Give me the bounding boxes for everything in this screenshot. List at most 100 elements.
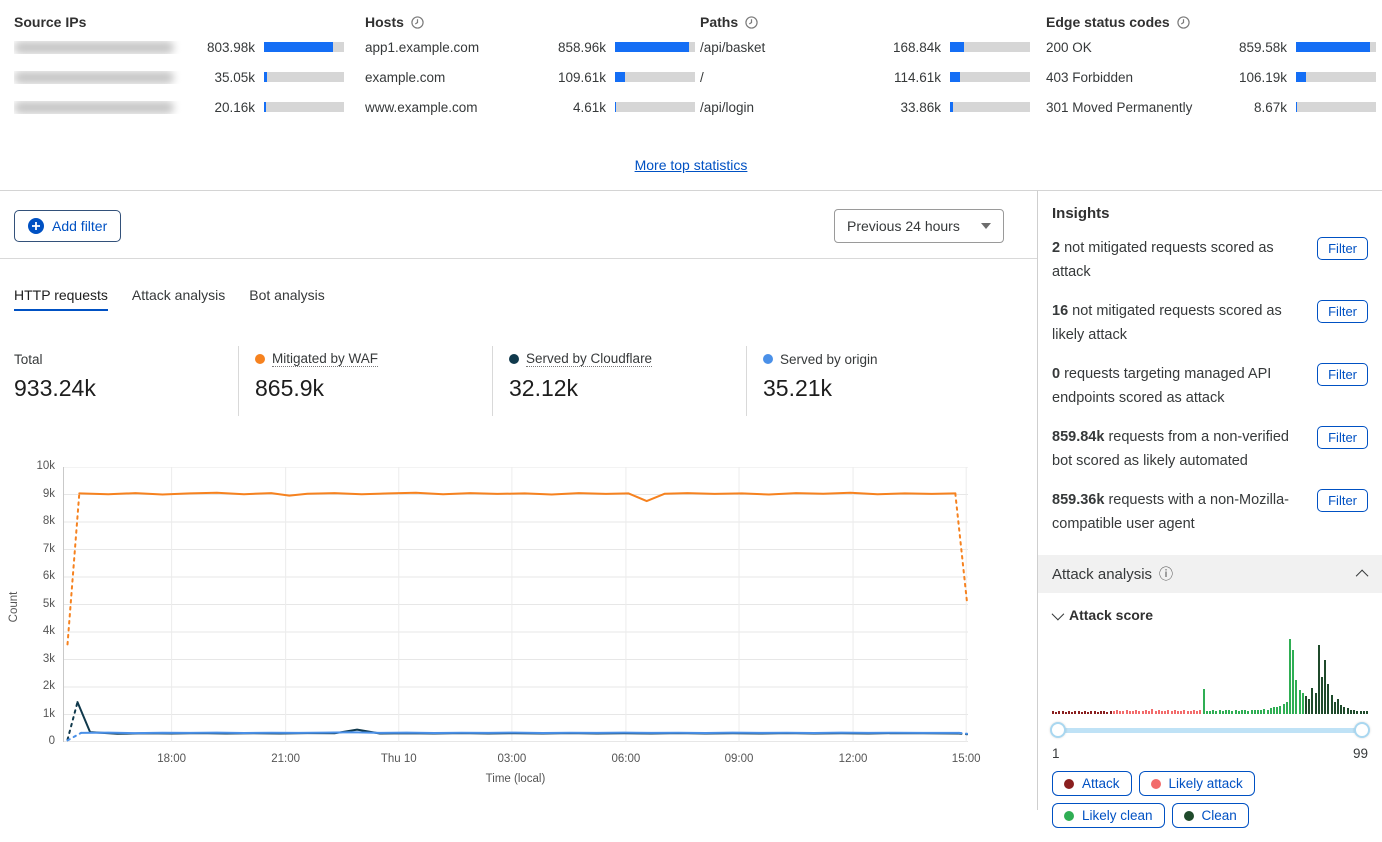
summary-stat-label: Total	[14, 350, 238, 368]
y-axis-tick: 3k	[5, 653, 55, 665]
top-stats-row[interactable]: /api/basket168.84k	[700, 32, 1030, 62]
plus-circle-icon	[28, 218, 44, 234]
add-filter-button[interactable]: Add filter	[14, 210, 121, 242]
more-top-statistics-link[interactable]: More top statistics	[635, 157, 748, 173]
attack-analysis-section-header[interactable]: Attack analysis ⓘ	[1038, 555, 1382, 593]
histogram-bar	[1068, 711, 1070, 714]
top-stats-row-value: 8.67k	[1221, 100, 1287, 115]
histogram-bar	[1113, 711, 1115, 714]
histogram-bar	[1302, 693, 1304, 714]
histogram-bar	[1190, 711, 1192, 714]
top-stats-row[interactable]: app1.example.com858.96k	[365, 32, 695, 62]
top-stats-row[interactable]: 20.16k	[14, 92, 344, 122]
insight-item: 859.84k requests from a non-verified bot…	[1052, 425, 1368, 473]
histogram-bar	[1071, 712, 1073, 714]
histogram-bar	[1295, 680, 1297, 714]
top-stats-row-value: 859.58k	[1221, 40, 1287, 55]
histogram-bar	[1138, 711, 1140, 714]
redacted-ip	[14, 71, 174, 84]
top-stats-column-title: Paths	[700, 12, 1030, 32]
histogram-bar	[1171, 711, 1173, 714]
top-stats-bar	[615, 102, 695, 112]
histogram-bar	[1212, 710, 1214, 714]
insights-title: Insights	[1052, 205, 1368, 222]
histogram-bar	[1119, 711, 1121, 714]
chart-plot-area[interactable]	[63, 467, 968, 742]
insight-filter-button[interactable]: Filter	[1317, 489, 1368, 512]
histogram-bar	[1254, 710, 1256, 715]
top-stats-column-title: Hosts	[365, 12, 695, 32]
insight-filter-button[interactable]: Filter	[1317, 237, 1368, 260]
insight-item: 0 requests targeting managed API endpoin…	[1052, 362, 1368, 410]
tab-bot-analysis[interactable]: Bot analysis	[249, 287, 324, 311]
top-stats-row[interactable]: 803.98k	[14, 32, 344, 62]
summary-stat-label[interactable]: Served by Cloudflare	[509, 350, 746, 368]
top-stats-row[interactable]: 403 Forbidden106.19k	[1046, 62, 1376, 92]
history-clock-icon	[745, 16, 758, 29]
summary-stat-value: 35.21k	[763, 375, 1000, 402]
legend-pill-clean[interactable]: Clean	[1172, 803, 1249, 828]
histogram-bar	[1129, 711, 1131, 714]
top-stats-row[interactable]: /api/login33.86k	[700, 92, 1030, 122]
insight-filter-button[interactable]: Filter	[1317, 363, 1368, 386]
histogram-bar	[1334, 702, 1336, 714]
legend-pill-likely-attack[interactable]: Likely attack	[1139, 771, 1255, 796]
tab-http-requests[interactable]: HTTP requests	[14, 287, 108, 311]
top-stats-row[interactable]: 200 OK859.58k	[1046, 32, 1376, 62]
top-stats-row[interactable]: /114.61k	[700, 62, 1030, 92]
top-stats-row[interactable]: example.com109.61k	[365, 62, 695, 92]
top-stats-row-name: /api/basket	[700, 40, 875, 55]
histogram-bar	[1311, 688, 1313, 714]
histogram-bar	[1094, 711, 1096, 714]
histogram-bar	[1142, 711, 1144, 714]
top-stats-row-name: /	[700, 70, 875, 85]
top-stats-row-name: example.com	[365, 70, 540, 85]
attack-score-toggle[interactable]: Attack score	[1052, 607, 1368, 623]
summary-stat-label[interactable]: Mitigated by WAF	[255, 350, 492, 368]
summary-stat: Served by Cloudflare32.12k	[492, 346, 746, 416]
legend-pill-likely-clean[interactable]: Likely clean	[1052, 803, 1165, 828]
histogram-bar	[1126, 710, 1128, 714]
chevron-down-icon	[1052, 607, 1065, 620]
slider-track[interactable]	[1054, 728, 1366, 733]
insight-filter-button[interactable]: Filter	[1317, 300, 1368, 323]
slider-handle-max[interactable]	[1354, 722, 1370, 738]
y-axis-tick: 7k	[5, 543, 55, 555]
insight-item: 2 not mitigated requests scored as attac…	[1052, 236, 1368, 284]
legend-pill-attack[interactable]: Attack	[1052, 771, 1132, 796]
slider-max-label: 99	[1353, 746, 1368, 761]
histogram-bar	[1315, 693, 1317, 714]
slider-handle-min[interactable]	[1050, 722, 1066, 738]
insight-filter-button[interactable]: Filter	[1317, 426, 1368, 449]
top-stats-row[interactable]: www.example.com4.61k	[365, 92, 695, 122]
time-range-select[interactable]: Previous 24 hours	[834, 209, 1004, 243]
chevron-up-icon	[1356, 569, 1369, 582]
histogram-bar	[1055, 712, 1057, 714]
attack-score-range-slider	[1052, 722, 1368, 738]
tab-attack-analysis[interactable]: Attack analysis	[132, 287, 225, 311]
insight-text: 859.36k requests with a non-Mozilla-comp…	[1052, 488, 1317, 536]
top-stats-row-value: 106.19k	[1221, 70, 1287, 85]
top-stats-row-value: 109.61k	[540, 70, 606, 85]
redacted-ip	[14, 41, 174, 54]
top-stats-row-name: app1.example.com	[365, 40, 540, 55]
x-axis-tick: 15:00	[936, 753, 996, 765]
histogram-bar	[1187, 711, 1189, 714]
top-stats-bar	[1296, 102, 1376, 112]
histogram-bar	[1260, 710, 1262, 715]
attack-score-histogram[interactable]	[1052, 639, 1368, 714]
histogram-bar	[1363, 711, 1365, 714]
histogram-bar	[1151, 709, 1153, 714]
insight-text: 0 requests targeting managed API endpoin…	[1052, 362, 1317, 410]
top-stats-row[interactable]: 35.05k	[14, 62, 344, 92]
insights-sidebar: Insights 2 not mitigated requests scored…	[1037, 190, 1382, 810]
slider-range-labels: 1 99	[1052, 746, 1368, 761]
top-stats-row-name: 301 Moved Permanently	[1046, 100, 1221, 115]
summary-stat: Total933.24k	[0, 346, 238, 416]
time-range-value: Previous 24 hours	[847, 218, 960, 234]
top-stats-row[interactable]: 301 Moved Permanently8.67k	[1046, 92, 1376, 122]
info-icon: ⓘ	[1159, 564, 1173, 584]
histogram-bar	[1097, 712, 1099, 714]
histogram-bar	[1299, 690, 1301, 714]
legend-color-dot	[1184, 811, 1194, 821]
